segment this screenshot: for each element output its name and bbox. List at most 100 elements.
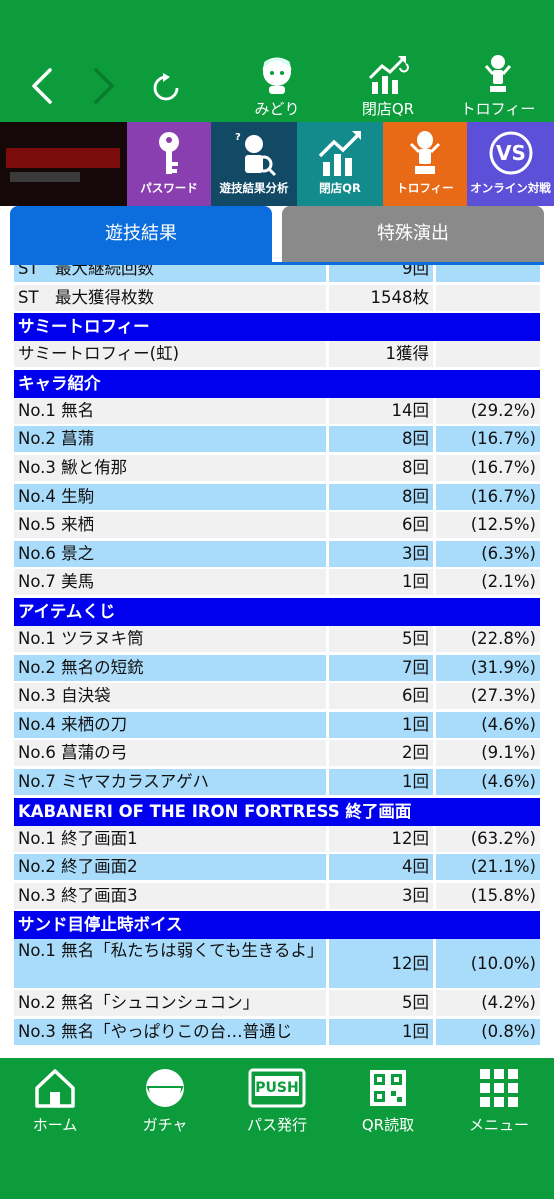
row-count: 4回 [329, 854, 433, 881]
row-name: サミートロフィー(虹) [14, 341, 326, 368]
row-pct: (27.3%) [436, 683, 540, 710]
results-list: ST 最大継続回数 9回 ST 最大獲得枚数 1548枚 サミートロフィー サミ… [14, 232, 540, 1048]
forward-arrow-icon[interactable] [88, 66, 118, 106]
trophy-figure-icon [409, 131, 441, 174]
row-pct [436, 284, 540, 311]
closing-qr-link[interactable]: 閉店QR [343, 52, 433, 118]
table-row: サミートロフィー(虹) 1獲得 [14, 341, 540, 370]
game-logo-icon [0, 122, 127, 206]
row-pct: (12.5%) [436, 512, 540, 539]
row-name: No.1 無名 [14, 397, 326, 424]
row-count: 5回 [329, 990, 433, 1017]
row-pct: (4.2%) [436, 990, 540, 1017]
row-pct: (0.8%) [436, 1018, 540, 1045]
analysis-label: 遊技結果分析 [219, 181, 289, 195]
trophy-banner-label: トロフィー [396, 181, 454, 195]
key-icon [159, 132, 179, 174]
nav-gacha[interactable]: ガチャ [115, 1066, 215, 1135]
row-pct: (16.7%) [436, 426, 540, 453]
row-name: No.6 景之 [14, 540, 326, 567]
row-pct: (4.6%) [436, 768, 540, 795]
row-name: No.3 自決袋 [14, 683, 326, 710]
row-count: 8回 [329, 426, 433, 453]
row-pct: (22.8%) [436, 625, 540, 652]
online-battle-banner[interactable]: VS オンライン対戦 [467, 122, 554, 206]
table-row: No.6 景之 3回 (6.3%) [14, 540, 540, 570]
section-header: サミートロフィー [14, 313, 540, 342]
row-name: No.2 菖蒲 [14, 426, 326, 453]
closing-qr-banner-label: 閉店QR [319, 181, 361, 195]
row-count: 12回 [329, 825, 433, 852]
trophy-figure-icon [484, 55, 512, 92]
online-vs-icon: VS [489, 131, 532, 175]
row-name: No.3 鰍と侑那 [14, 454, 326, 481]
row-pct: (31.9%) [436, 654, 540, 681]
game-logo-banner[interactable] [0, 122, 127, 206]
row-name: No.4 生駒 [14, 483, 326, 510]
row-name: No.1 ツラヌキ筒 [14, 625, 326, 652]
gacha-icon [146, 1069, 184, 1107]
row-name: No.6 菖蒲の弓 [14, 740, 326, 767]
nav-gacha-label: ガチャ [142, 1116, 188, 1134]
row-count: 6回 [329, 683, 433, 710]
tab-play-results[interactable]: 遊技結果 [10, 206, 272, 262]
trophy-banner[interactable]: トロフィー [383, 122, 467, 206]
table-row: No.7 ミヤマカラスアゲハ 1回 (4.6%) [14, 768, 540, 798]
trophy-label: トロフィー [460, 100, 536, 118]
analysis-banner[interactable]: ? 遊技結果分析 [211, 122, 297, 206]
tab-underline [10, 262, 544, 265]
top-bar: みどり 閉店QR トロフィー [0, 0, 554, 122]
section-header: KABANERI OF THE IRON FORTRESS 終了画面 [14, 797, 540, 826]
row-name: No.7 ミヤマカラスアゲハ [14, 768, 326, 795]
table-row: No.3 無名「やっぱりこの台…普通じ 1回 (0.8%) [14, 1018, 540, 1048]
row-name: ST 最大獲得枚数 [14, 284, 326, 311]
row-pct: (29.2%) [436, 397, 540, 424]
row-count: 3回 [329, 540, 433, 567]
row-name: No.3 終了画面3 [14, 882, 326, 909]
row-count: 1回 [329, 569, 433, 596]
midori-label: みどり [254, 100, 300, 118]
closing-qr-banner[interactable]: 閉店QR [297, 122, 383, 206]
row-count: 3回 [329, 882, 433, 909]
row-count: 1獲得 [329, 341, 433, 368]
password-banner[interactable]: パスワード [127, 122, 211, 206]
row-count: 14回 [329, 397, 433, 424]
row-count: 12回 [329, 939, 433, 989]
reload-icon[interactable] [150, 72, 182, 104]
table-row: No.1 無名 14回 (29.2%) [14, 397, 540, 427]
section-header: アイテムくじ [14, 597, 540, 626]
row-count: 2回 [329, 740, 433, 767]
table-row: No.3 自決袋 6回 (27.3%) [14, 683, 540, 712]
nav-home[interactable]: ホーム [5, 1066, 105, 1135]
row-pct: (21.1%) [436, 854, 540, 881]
table-row: No.1 ツラヌキ筒 5回 (22.8%) [14, 625, 540, 655]
row-count: 7回 [329, 654, 433, 681]
table-row: No.3 鰍と侑那 8回 (16.7%) [14, 454, 540, 484]
results-content[interactable]: ST 最大継続回数 9回 ST 最大獲得枚数 1548枚 サミートロフィー サミ… [0, 206, 554, 1058]
table-row: No.1 終了画面1 12回 (63.2%) [14, 825, 540, 855]
character-icon [262, 57, 292, 94]
table-row: No.2 無名「シュコンシュコン」 5回 (4.2%) [14, 990, 540, 1019]
row-count: 1回 [329, 711, 433, 738]
back-arrow-icon[interactable] [28, 66, 58, 106]
nav-menu[interactable]: メニュー [449, 1066, 549, 1135]
analysis-icon: ? [235, 132, 277, 177]
row-pct [436, 341, 540, 368]
trophy-link[interactable]: トロフィー [453, 52, 543, 118]
nav-pass-issue[interactable]: PUSH パス発行 [227, 1066, 327, 1135]
row-name: No.2 無名「シュコンシュコン」 [14, 990, 326, 1017]
row-count: 1回 [329, 768, 433, 795]
nav-qr-read[interactable]: QR読取 [338, 1066, 438, 1135]
row-name: No.4 来栖の刀 [14, 711, 326, 738]
menu-grid-icon [480, 1069, 518, 1107]
nav-menu-label: メニュー [468, 1116, 529, 1134]
row-pct: (2.1%) [436, 569, 540, 596]
table-row: No.4 生駒 8回 (16.7%) [14, 483, 540, 513]
row-name: No.1 終了画面1 [14, 825, 326, 852]
midori-link[interactable]: みどり [232, 52, 322, 118]
tab-special-effects[interactable]: 特殊演出 [282, 206, 544, 262]
table-row: No.1 無名「私たちは弱くても生きるよ」 12回 (10.0%) [14, 939, 540, 990]
row-pct: (15.8%) [436, 882, 540, 909]
row-count: 6回 [329, 512, 433, 539]
svg-text:?: ? [235, 132, 241, 143]
